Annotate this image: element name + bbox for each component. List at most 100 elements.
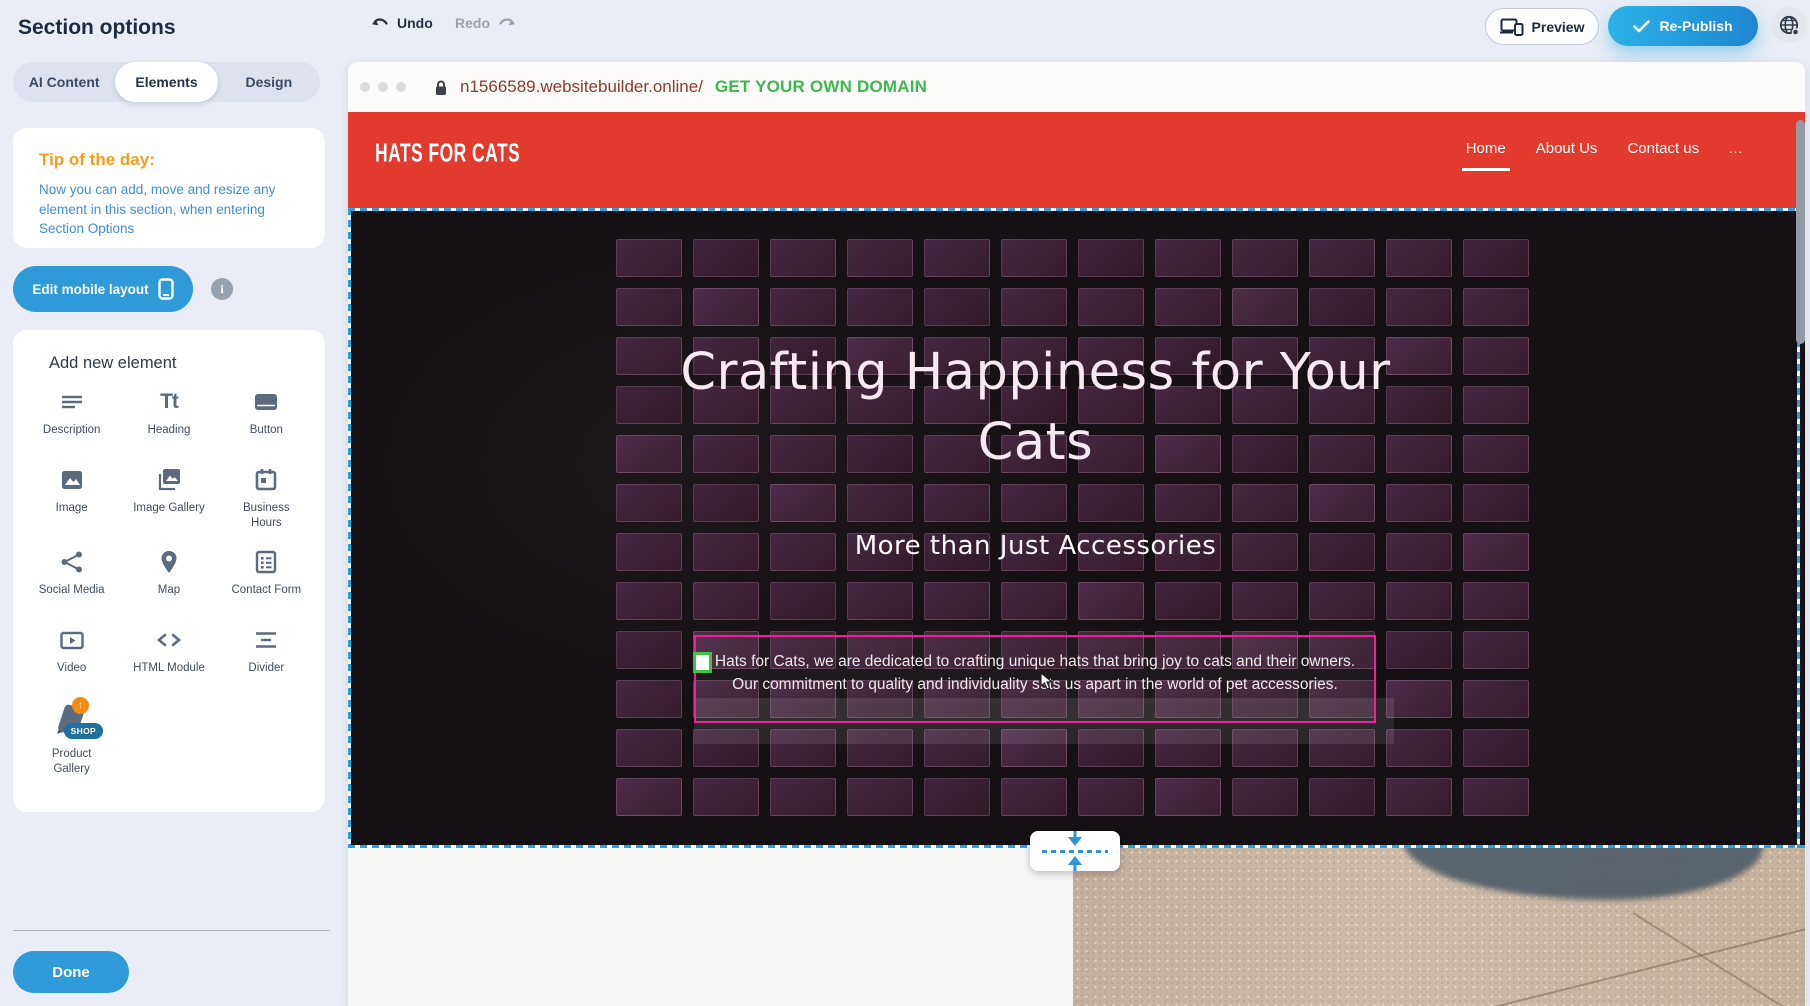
shop-badge: SHOP: [64, 723, 103, 739]
language-globe-button[interactable]: [1771, 7, 1807, 43]
tab-ai-content[interactable]: AI Content: [13, 62, 115, 102]
hero-tile: [1386, 680, 1452, 718]
site-nav: Home About Us Contact us ...: [1466, 140, 1743, 157]
image-gallery-icon: [154, 465, 184, 495]
tab-design[interactable]: Design: [218, 62, 320, 102]
check-icon: [1633, 20, 1650, 33]
element-image[interactable]: Image: [23, 465, 120, 531]
tip-title: Tip of the day:: [39, 150, 299, 170]
contact-form-icon: [251, 547, 281, 577]
nav-contact-us[interactable]: Contact us: [1627, 140, 1699, 157]
hero-tile: [1386, 778, 1452, 816]
heading-icon: Tt: [154, 387, 184, 417]
hero-tile: [847, 582, 913, 620]
tip-body: Now you can add, move and resize any ele…: [39, 180, 299, 239]
selection-border-left: [348, 208, 351, 848]
hero-tile: [1463, 680, 1529, 718]
edit-mobile-layout-button[interactable]: Edit mobile layout: [13, 266, 193, 312]
element-drag-handle[interactable]: [693, 652, 712, 673]
element-social-media[interactable]: Social Media: [23, 547, 120, 609]
tab-elements[interactable]: Elements: [115, 62, 217, 102]
map-pin-icon: [154, 547, 184, 577]
hero-tile: [1463, 582, 1529, 620]
element-heading[interactable]: Tt Heading: [120, 387, 217, 449]
tip-of-the-day-card: Tip of the day: Now you can add, move an…: [13, 128, 325, 248]
section-options-tabs: AI Content Elements Design: [13, 62, 320, 102]
add-element-grid: Description Tt Heading Button Image: [23, 387, 315, 777]
element-video[interactable]: Video: [23, 625, 120, 687]
element-business-hours[interactable]: Business Hours: [218, 465, 315, 531]
vertical-scrollbar[interactable]: [1796, 120, 1805, 344]
cat-shadow: [1403, 848, 1763, 900]
nav-home[interactable]: Home: [1466, 140, 1506, 157]
tile-grout-line: [1319, 914, 1805, 1006]
hero-tile: [1386, 729, 1452, 767]
element-html-module[interactable]: HTML Module: [120, 625, 217, 687]
arrow-down-icon: [1068, 837, 1082, 846]
hero-tile: [1155, 582, 1221, 620]
site-logo[interactable]: HATS FOR CATS: [375, 140, 520, 170]
social-media-icon: [57, 547, 87, 577]
hero-tile: [1155, 778, 1221, 816]
divider-icon: [251, 625, 281, 655]
page-title: Section options: [18, 16, 176, 40]
hero-tile: [1232, 778, 1298, 816]
hero-tile: [1232, 582, 1298, 620]
undo-button[interactable]: Undo: [371, 15, 433, 31]
video-icon: [57, 625, 87, 655]
hero-body-text[interactable]: Hats for Cats, we are dedicated to craft…: [704, 650, 1366, 697]
globe-icon: [1778, 14, 1800, 36]
info-icon[interactable]: i: [211, 278, 233, 300]
hero-tile: [1001, 582, 1067, 620]
hero-tile: [924, 582, 990, 620]
html-module-icon: [154, 625, 184, 655]
tile-grout-line: [1632, 912, 1805, 1006]
hero-tile: [693, 582, 759, 620]
hero-tile: [1463, 631, 1529, 669]
element-image-gallery[interactable]: Image Gallery: [120, 465, 217, 531]
hero-tile: [616, 729, 682, 767]
upgrade-badge-icon: ↑: [72, 697, 89, 714]
undo-icon: [371, 16, 390, 30]
selection-border-top: [348, 208, 1805, 211]
element-divider[interactable]: Divider: [218, 625, 315, 687]
element-description[interactable]: Description: [23, 387, 120, 449]
element-contact-form[interactable]: Contact Form: [218, 547, 315, 609]
element-product-gallery[interactable]: ↑ SHOP Product Gallery: [23, 703, 120, 777]
hero-tile: [616, 680, 682, 718]
preview-button[interactable]: Preview: [1485, 8, 1599, 45]
add-element-card: Add new element Description Tt Heading B…: [13, 330, 325, 812]
site-url[interactable]: n1566589.websitebuilder.online/: [460, 77, 703, 97]
hero-heading[interactable]: Crafting Happiness for Your Cats: [636, 338, 1436, 479]
hero-tile: [693, 778, 759, 816]
hero-tile: [616, 778, 682, 816]
site-preview-window: n1566589.websitebuilder.online/ GET YOUR…: [348, 62, 1805, 1006]
business-hours-icon: [251, 465, 281, 495]
hero-tile: [924, 778, 990, 816]
section-resize-handle[interactable]: [1030, 831, 1120, 871]
hero-subheading[interactable]: More than Just Accessories: [348, 531, 1723, 561]
hero-tile: [770, 778, 836, 816]
hero-tile: [770, 582, 836, 620]
address-bar[interactable]: n1566589.websitebuilder.online/ GET YOUR…: [434, 77, 927, 97]
hero-tile: [1463, 778, 1529, 816]
hero-tile: [847, 778, 913, 816]
element-map[interactable]: Map: [120, 547, 217, 609]
image-icon: [57, 465, 87, 495]
nav-more-menu[interactable]: ...: [1729, 141, 1743, 156]
hero-content: Crafting Happiness for Your Cats More th…: [348, 208, 1723, 561]
hero-tile: [1386, 582, 1452, 620]
hero-tile: [1463, 729, 1529, 767]
nav-about-us[interactable]: About Us: [1536, 140, 1598, 157]
hero-tile: [616, 582, 682, 620]
get-your-own-domain-link[interactable]: GET YOUR OWN DOMAIN: [715, 77, 927, 97]
selected-text-element[interactable]: Hats for Cats, we are dedicated to craft…: [694, 635, 1376, 723]
hero-tile: [616, 631, 682, 669]
site-header[interactable]: HATS FOR CATS Home About Us Contact us .…: [348, 112, 1805, 208]
mouse-cursor: [1040, 672, 1054, 690]
selected-hero-section[interactable]: Crafting Happiness for Your Cats More th…: [348, 208, 1805, 845]
redo-button[interactable]: Redo: [455, 15, 516, 31]
element-button[interactable]: Button: [218, 387, 315, 449]
done-button[interactable]: Done: [13, 951, 129, 993]
republish-button[interactable]: Re-Publish: [1608, 6, 1758, 46]
